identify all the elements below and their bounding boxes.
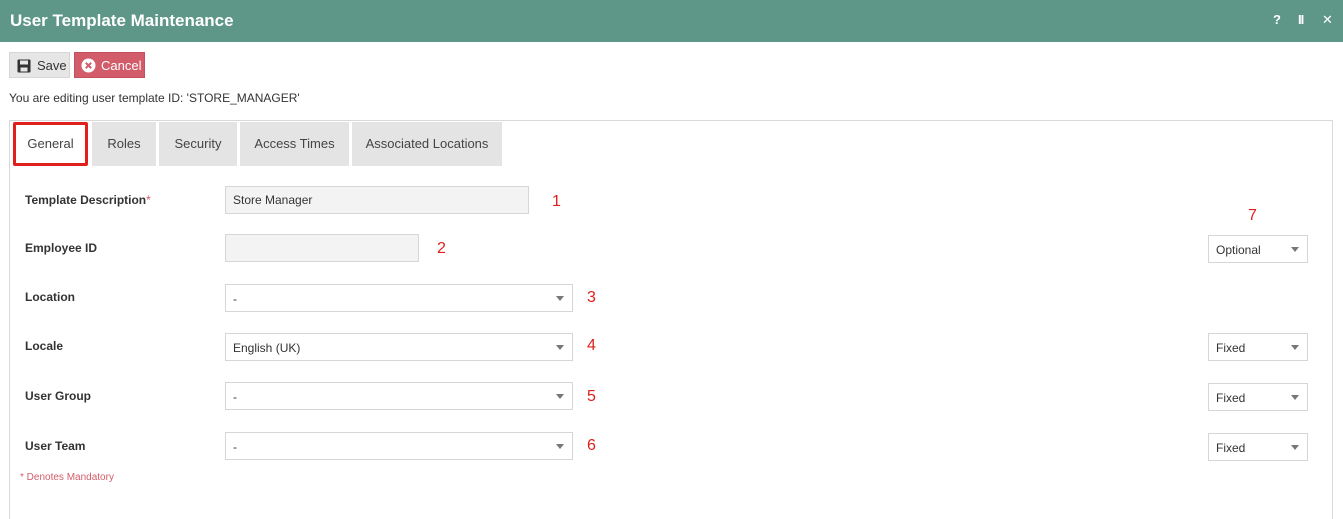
floppy-disk-icon	[17, 59, 31, 73]
cancel-button-label: Cancel	[101, 58, 142, 73]
locale-value: English (UK)	[233, 341, 301, 355]
save-button[interactable]: Save	[9, 52, 70, 78]
x-circle-icon	[81, 58, 96, 73]
employee-id-option-select[interactable]: Optional	[1208, 235, 1308, 263]
close-icon[interactable]: ✕	[1322, 12, 1333, 28]
locale-option-select[interactable]: Fixed	[1208, 333, 1308, 361]
user-group-option-select[interactable]: Fixed	[1208, 383, 1308, 411]
user-group-label: User Group	[25, 389, 92, 403]
title-bar: User Template Maintenance ? II ✕	[0, 0, 1343, 42]
help-icon[interactable]: ?	[1273, 12, 1281, 28]
user-team-option-value: Fixed	[1216, 441, 1246, 455]
marker-2: 2	[437, 240, 446, 257]
chevron-down-icon	[1291, 445, 1299, 450]
chevron-down-icon	[1291, 345, 1299, 350]
user-team-option-select[interactable]: Fixed	[1208, 433, 1308, 461]
marker-4: 4	[587, 337, 596, 354]
employee-id-input[interactable]	[225, 234, 419, 262]
template-description-label: Template Description*	[25, 193, 151, 207]
user-group-select[interactable]: -	[225, 382, 573, 410]
marker-5: 5	[587, 388, 596, 405]
marker-1: 1	[552, 193, 561, 210]
mandatory-note: * Denotes Mandatory	[20, 472, 114, 483]
chevron-down-icon	[556, 444, 564, 449]
marker-6: 6	[587, 437, 596, 454]
tab-general[interactable]: General	[13, 122, 88, 166]
cancel-button[interactable]: Cancel	[74, 52, 145, 78]
locale-option-value: Fixed	[1216, 341, 1246, 355]
chevron-down-icon	[556, 345, 564, 350]
tab-roles[interactable]: Roles	[92, 122, 156, 166]
user-team-value: -	[233, 440, 237, 454]
locale-select[interactable]: English (UK)	[225, 333, 573, 361]
chevron-down-icon	[1291, 247, 1299, 252]
tab-panel	[9, 120, 1333, 519]
chevron-down-icon	[556, 394, 564, 399]
save-button-label: Save	[37, 58, 67, 73]
employee-id-option-value: Optional	[1216, 243, 1261, 257]
marker-7: 7	[1248, 207, 1257, 224]
tab-security[interactable]: Security	[159, 122, 237, 166]
user-group-value: -	[233, 390, 237, 404]
locale-label: Locale	[25, 339, 64, 353]
user-team-select[interactable]: -	[225, 432, 573, 460]
location-select[interactable]: -	[225, 284, 573, 312]
required-mark: *	[146, 193, 151, 207]
marker-3: 3	[587, 289, 596, 306]
user-group-option-value: Fixed	[1216, 391, 1246, 405]
location-label: Location	[25, 290, 75, 304]
employee-id-label: Employee ID	[25, 241, 98, 255]
template-description-input[interactable]: Store Manager	[225, 186, 529, 214]
window-title: User Template Maintenance	[10, 11, 234, 30]
tab-associated-locations[interactable]: Associated Locations	[352, 122, 502, 166]
chevron-down-icon	[1291, 395, 1299, 400]
tab-access-times[interactable]: Access Times	[240, 122, 349, 166]
editing-message: You are editing user template ID: 'STORE…	[9, 91, 300, 105]
user-team-label: User Team	[25, 439, 86, 453]
chevron-down-icon	[556, 296, 564, 301]
pause-icon[interactable]: II	[1298, 12, 1304, 28]
location-value: -	[233, 292, 237, 306]
